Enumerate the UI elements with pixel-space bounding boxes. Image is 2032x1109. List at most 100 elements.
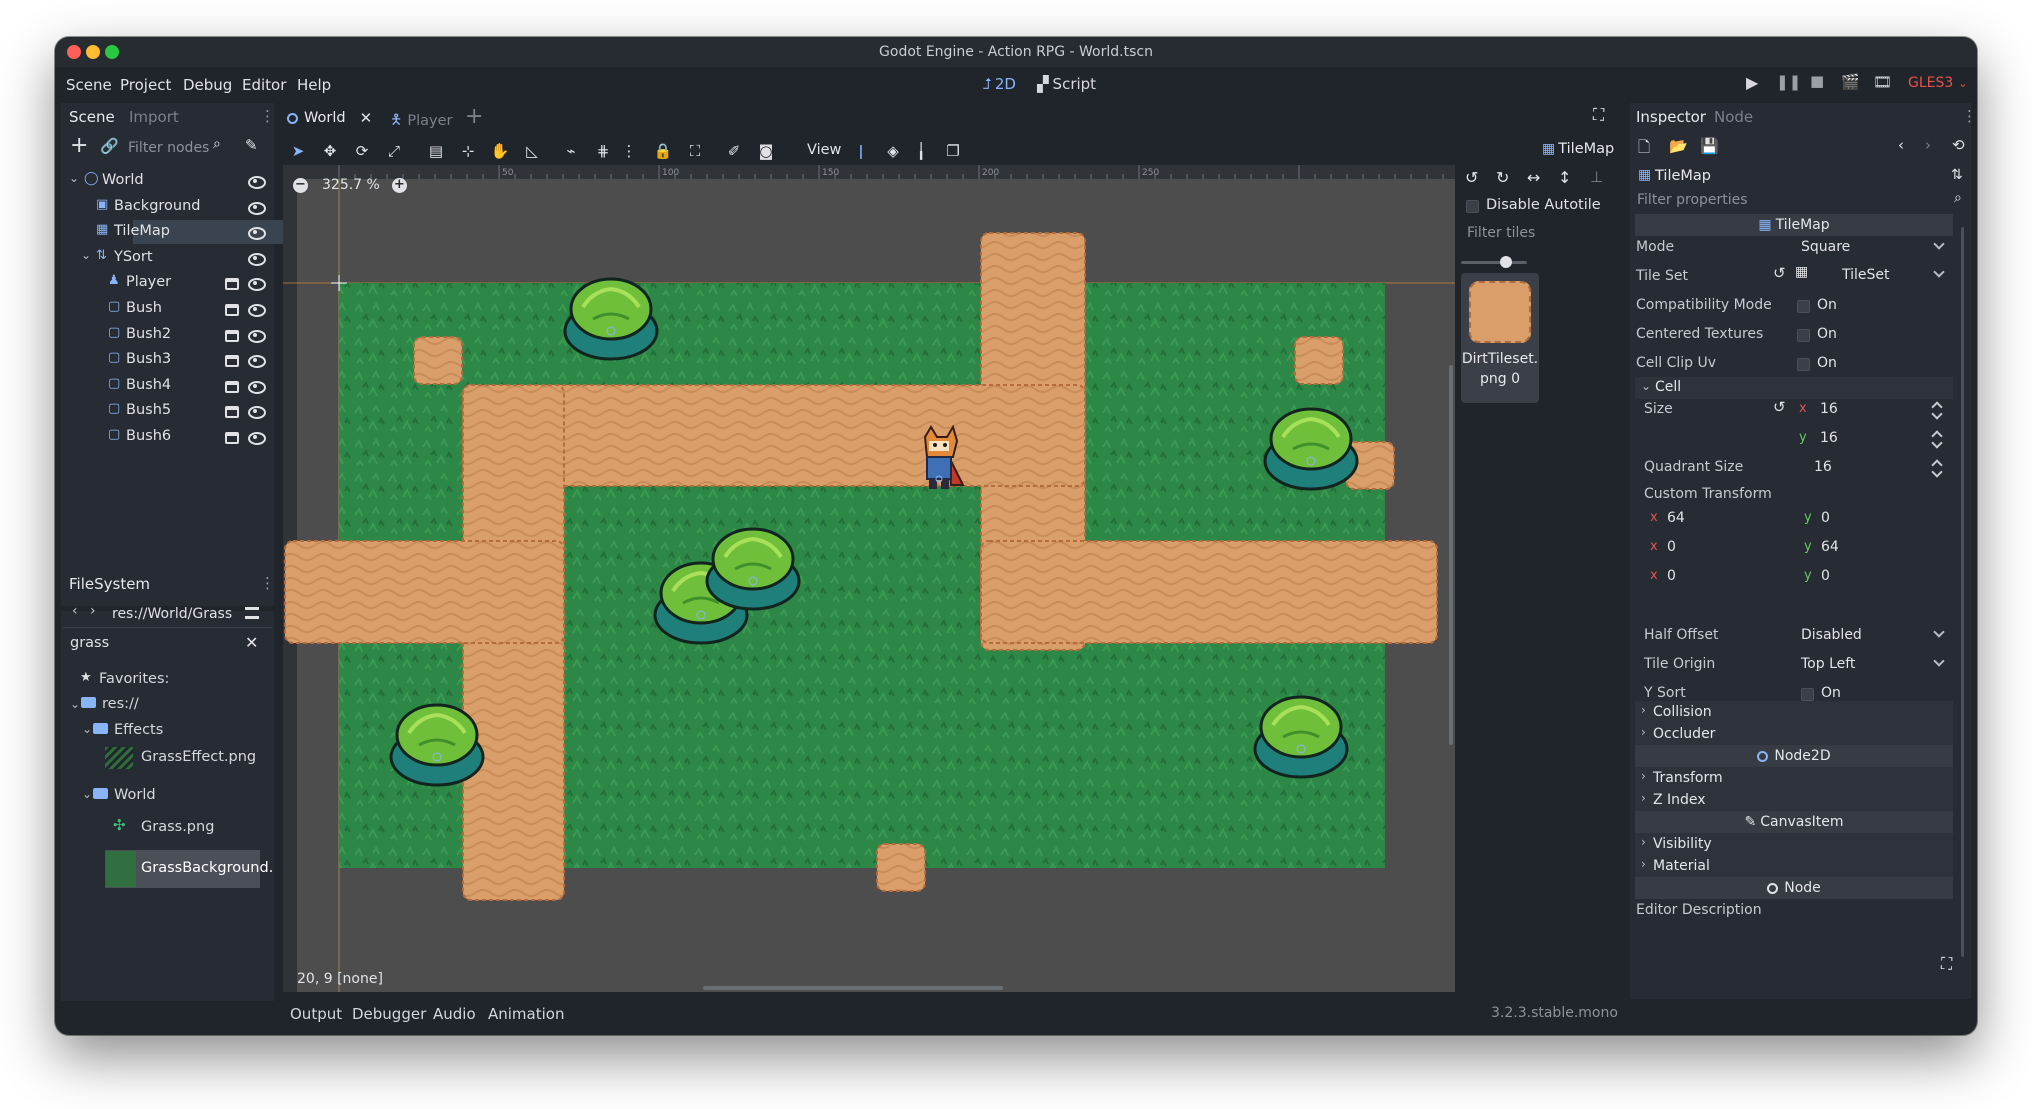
tab-animation[interactable]: Animation [488,1005,564,1023]
reset-icon[interactable]: ↺ [1773,264,1786,282]
zoom-level[interactable]: 325.7 % [322,177,380,193]
open-resource-icon[interactable]: 📂 [1669,137,1688,155]
link-icon[interactable]: 🔗 [100,137,119,155]
open-scene-icon[interactable] [225,304,239,316]
ruler-tool-icon[interactable]: ◺ [521,140,543,162]
tab-debugger[interactable]: Debugger [352,1005,426,1023]
collision-group[interactable]: › Collision [1635,701,1953,723]
stop-icon[interactable]: ■ [1810,72,1824,90]
zindex-group[interactable]: › Z Index [1635,789,1953,811]
workspace-script-button[interactable]: ▞ Script [1037,75,1096,93]
visibility-eye-icon[interactable] [248,431,266,445]
y-sort-checkbox[interactable] [1801,688,1814,701]
file-grass-background[interactable]: GrassBackground. [141,860,273,876]
menu-scene[interactable]: Scene [66,76,112,94]
mode-dropdown[interactable]: Square [1795,236,1953,258]
fullscreen-icon[interactable]: ⛶ [1593,105,1604,125]
tree-node-bush3[interactable]: ▢ Bush3 [55,348,274,372]
tree-node-bush5[interactable]: ▢ Bush5 [55,399,274,423]
camera-override-icon[interactable]: ◙ [755,140,777,162]
occluder-group[interactable]: › Occluder [1635,723,1953,745]
move-tool-icon[interactable]: ✥ [319,140,341,162]
folder-res[interactable]: res:// [102,696,139,712]
spin-arrows-icon[interactable] [1932,460,1942,476]
tile-size-slider-track[interactable] [1461,261,1527,264]
list-select-icon[interactable]: ▤ [425,140,447,162]
tree-node-bush[interactable]: ▢ Bush [55,297,274,321]
flip-horizontal-icon[interactable]: ↔ [1527,168,1540,187]
tree-node-bush6[interactable]: ▢ Bush6 [55,425,274,449]
tree-node-tilemap[interactable]: ▦ TileMap [55,220,274,244]
copy-icon[interactable]: ❐ [942,140,964,162]
history-back-icon[interactable]: ‹ [1898,136,1904,154]
filesystem-path[interactable]: res://World/Grass [112,606,232,622]
play-scene-icon[interactable]: 🎬 [1841,73,1860,91]
visibility-eye-icon[interactable] [248,226,266,241]
visibility-eye-icon[interactable] [248,405,266,420]
half-offset-dropdown[interactable]: Disabled [1795,624,1953,646]
transform-y-value[interactable]: 64 [1821,539,1839,555]
close-window-button[interactable] [67,45,81,59]
compatibility-mode-checkbox[interactable] [1797,300,1810,313]
lock-icon[interactable]: 🔒 [652,140,674,162]
favorites-label[interactable]: Favorites: [99,671,169,687]
size-y-value[interactable]: 16 [1820,430,1838,446]
inspector-menu-icon[interactable]: ⋮ [1962,107,1977,125]
transform-y-value[interactable]: 0 [1821,510,1830,526]
folder-effects[interactable]: Effects [114,722,163,738]
expand-icon[interactable]: ⛶ [1941,954,1952,974]
visibility-eye-icon[interactable] [248,277,266,292]
chevron-down-icon[interactable]: ⌄ [82,722,92,736]
maximize-window-button[interactable] [105,45,119,59]
chevron-down-icon[interactable]: ⌄ [70,697,80,711]
chevron-down-icon[interactable]: ⌄ [82,787,92,801]
spin-arrows-icon[interactable] [1932,431,1942,447]
transform-x-value[interactable]: 64 [1667,510,1685,526]
open-scene-icon[interactable] [225,278,239,291]
tile-size-slider-handle[interactable] [1500,256,1512,268]
tile-item-dirt[interactable]: DirtTileset. png 0 [1461,273,1539,403]
scale-tool-icon[interactable]: ⤢ [383,140,405,162]
select-tool-icon[interactable]: ➤ [287,140,309,162]
transform-y-value[interactable]: 0 [1821,568,1830,584]
minimize-window-button[interactable] [86,45,100,59]
tab-scene[interactable]: Scene [69,108,115,126]
workspace-2d-button[interactable]: ⮥ 2D [983,75,1016,93]
script-attach-icon[interactable]: ✎ [245,136,258,154]
visibility-eye-icon[interactable] [248,303,266,317]
tab-node[interactable]: Node [1714,108,1753,126]
spin-arrows-icon[interactable] [1932,402,1942,418]
visibility-eye-icon[interactable] [248,380,266,394]
zoom-out-icon[interactable]: − [293,177,308,193]
folder-world[interactable]: World [114,787,156,803]
close-tab-icon[interactable]: ✕ [360,109,373,127]
open-scene-icon[interactable] [225,355,239,368]
reset-icon[interactable]: ↺ [1773,398,1786,416]
tree-node-bush4[interactable]: ▢ Bush4 [55,374,274,398]
inspector-scrollbar[interactable] [1961,227,1964,957]
chevron-down-icon[interactable]: ⌄ [81,248,91,262]
add-node-icon[interactable]: + [70,135,88,157]
pivot-icon[interactable]: ⊹ [457,140,479,162]
tileset-picker[interactable]: TileSet [1815,264,1953,286]
tab-player[interactable]: 🯅 Player [390,109,452,133]
rotate-right-icon[interactable]: ↻ [1496,168,1509,187]
history-forward-icon[interactable]: › [1925,136,1931,154]
open-scene-icon[interactable] [225,432,239,444]
disable-autotile-checkbox[interactable] [1466,200,1479,213]
play-custom-scene-icon[interactable]: 🎞 [1873,73,1892,91]
menu-help[interactable]: Help [297,76,331,94]
new-resource-icon[interactable]: 🗋 [1638,137,1650,162]
menu-project[interactable]: Project [120,76,171,94]
visibility-eye-icon[interactable] [248,354,266,369]
flip-vertical-icon[interactable]: ↕ [1558,168,1571,187]
material-group[interactable]: › Material [1635,855,1953,877]
tree-node-bush2[interactable]: ▢ Bush2 [55,323,274,347]
cell-group[interactable]: ⌄ Cell [1635,377,1953,399]
file-grass[interactable]: Grass.png [141,819,214,835]
visibility-eye-icon[interactable] [248,175,266,189]
snap-options-icon[interactable]: ⋮ [618,140,640,162]
transform-x-value[interactable]: 0 [1667,568,1676,584]
size-x-value[interactable]: 16 [1820,401,1838,417]
history-icon[interactable]: ⟲ [1952,136,1965,154]
